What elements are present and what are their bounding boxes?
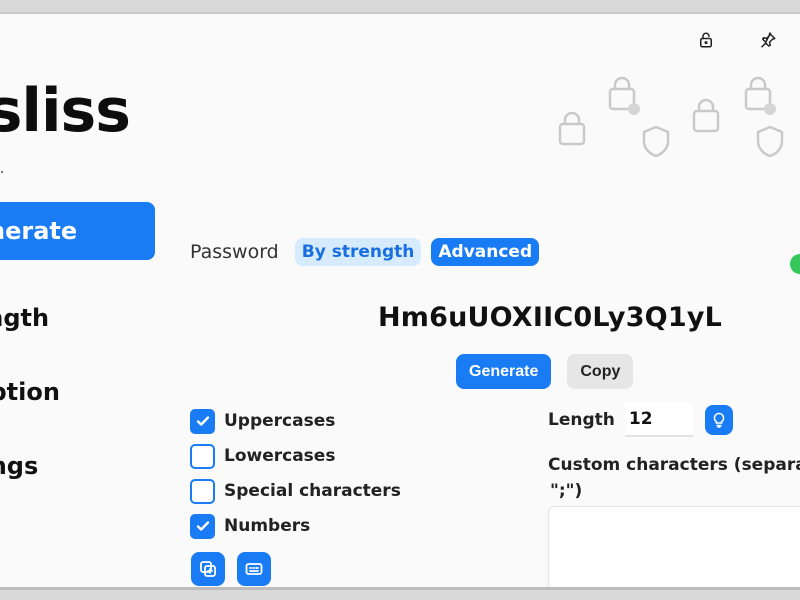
uppercases-checkbox[interactable] (190, 408, 215, 434)
keyboard-button[interactable] (237, 552, 271, 586)
app-brand: ssliss (0, 76, 131, 146)
app-subtitle: l. (0, 161, 5, 177)
sidebar-item-settings[interactable]: tings (0, 437, 155, 495)
generate-button[interactable]: Generate (456, 354, 552, 389)
option-tools (191, 552, 271, 586)
custom-characters-label-line2: ";") (550, 481, 583, 501)
suggest-length-button[interactable] (704, 405, 733, 435)
lowercases-checkbox[interactable] (190, 443, 215, 469)
mode-label: Password (190, 241, 279, 263)
checkmark-icon (196, 521, 209, 531)
sidebar-item-encryption[interactable]: ryption (0, 363, 155, 421)
option-special-characters[interactable]: Special characters (190, 478, 401, 504)
uppercases-label: Uppercases (224, 411, 336, 431)
decorative-locks (558, 76, 784, 158)
special-characters-checkbox[interactable] (190, 478, 215, 504)
custom-characters-label: Custom characters (separat ";") (548, 452, 800, 504)
action-buttons: Generate Copy (456, 354, 634, 389)
lightbulb-icon (713, 412, 725, 428)
pin-icon[interactable] (756, 28, 780, 52)
custom-characters-label-line1: Custom characters (separat (548, 455, 800, 475)
copy-button[interactable]: Copy (567, 354, 634, 389)
keyboard-icon (245, 563, 263, 575)
checkmark-icon (196, 416, 209, 426)
mode-selector: Password By strength Advanced (190, 238, 540, 266)
character-options: Uppercases Lowercases Special characters… (190, 408, 401, 548)
custom-characters-input[interactable] (548, 506, 800, 587)
numbers-label: Numbers (224, 516, 311, 536)
lowercases-label: Lowercases (224, 446, 336, 466)
option-uppercases[interactable]: Uppercases (190, 408, 401, 434)
special-characters-label: Special characters (224, 481, 401, 501)
numbers-checkbox[interactable] (190, 513, 215, 539)
option-numbers[interactable]: Numbers (190, 513, 401, 539)
app-window: ssliss l. nerate ength ryption tings Pas… (0, 12, 800, 590)
generated-password[interactable]: Hm6uUOXIIC0Ly3Q1yL (330, 302, 770, 333)
copy-add-button[interactable] (191, 552, 225, 586)
mode-advanced[interactable]: Advanced (431, 238, 540, 266)
lock-icon[interactable] (694, 28, 718, 52)
sidebar-item-generate[interactable]: nerate (0, 202, 155, 260)
option-lowercases[interactable]: Lowercases (190, 443, 401, 469)
length-row: Length (548, 403, 733, 437)
copy-add-icon (200, 561, 216, 577)
mode-by-strength[interactable]: By strength (294, 238, 422, 266)
length-input[interactable] (624, 403, 693, 437)
status-indicator (790, 254, 800, 274)
sidebar-item-strength[interactable]: ength (0, 289, 155, 347)
length-label: Length (548, 410, 615, 430)
